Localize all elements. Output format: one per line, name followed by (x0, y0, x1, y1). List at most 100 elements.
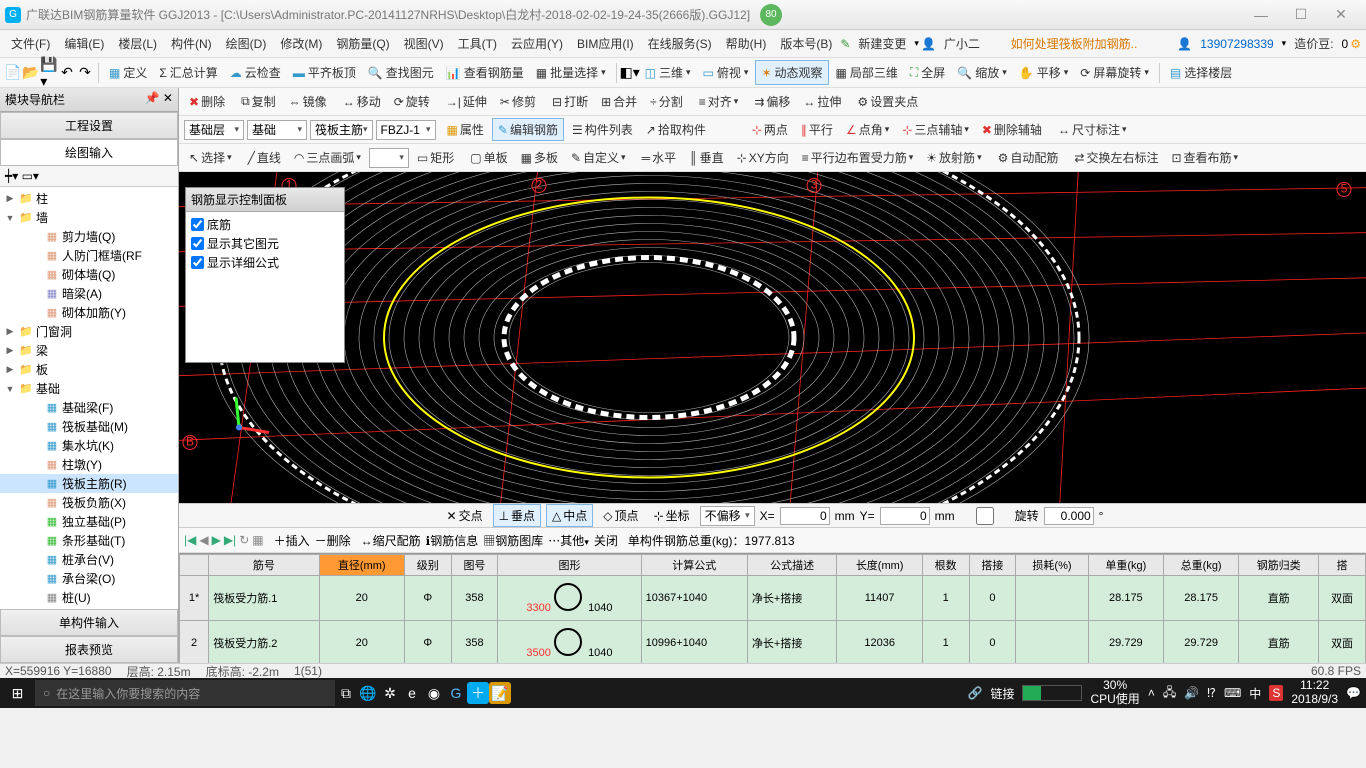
menu-view[interactable]: 视图(V) (398, 32, 450, 55)
new-icon[interactable]: 📄 (5, 65, 21, 81)
swaplr-button[interactable]: ⇄交换左右标注 (1069, 147, 1163, 168)
multi-button[interactable]: ▦多板 (516, 147, 563, 168)
tray-net-icon[interactable]: 🖧 (1163, 683, 1176, 704)
align-button[interactable]: ≡对齐▾ (694, 91, 744, 112)
pan-button[interactable]: ✋平移▾ (1014, 61, 1074, 84)
setclip-button[interactable]: ⚙设置夹点 (852, 91, 923, 112)
floor-combo[interactable]: 基础层 (184, 120, 244, 140)
dynview-button[interactable]: ✶动态观察 (755, 60, 828, 85)
menu-version[interactable]: 版本号(B) (774, 32, 838, 55)
stretch-button[interactable]: ↔拉伸 (798, 91, 846, 112)
dim-button[interactable]: ↔尺寸标注▾ (1053, 119, 1132, 140)
menu-bim[interactable]: BIM应用(I) (571, 32, 640, 55)
tree-item[interactable]: ▦集水坑(K) (0, 436, 178, 455)
menu-modify[interactable]: 修改(M) (274, 32, 328, 55)
tree-item[interactable]: ▦独立基础(P) (0, 512, 178, 531)
menu-edit[interactable]: 编辑(E) (58, 32, 110, 55)
app-spiral[interactable]: ◉ (423, 682, 445, 704)
tray-notif-icon[interactable]: 💬 (1346, 686, 1361, 700)
rebar-delete[interactable]: －删除 (315, 532, 351, 549)
rebar-nav-buttons[interactable]: |◀◀▶▶| ↻▦ (184, 533, 264, 547)
merge-button[interactable]: ⊞合并 (596, 91, 642, 112)
move-button[interactable]: ↔移动 (338, 91, 386, 112)
col-header[interactable]: 搭接 (969, 555, 1016, 576)
mirror-button[interactable]: ⇔镜像 (284, 91, 332, 112)
xydir-button[interactable]: ⊹XY方向 (732, 147, 794, 168)
col-header[interactable] (180, 555, 209, 576)
col-header[interactable]: 直径(mm) (319, 555, 404, 576)
props-button[interactable]: ▦属性 (442, 119, 489, 140)
drawing-canvas[interactable]: B 1 2 3 5 钢筋显示控制面板 底筋 显示其它图元 显示详细公式 (179, 172, 1366, 503)
rotate-button[interactable]: ⟳旋转 (389, 91, 435, 112)
x-input[interactable] (780, 507, 830, 525)
open-icon[interactable]: 📂 (23, 65, 39, 81)
type-combo[interactable]: FBZJ-1 (376, 120, 436, 140)
zoom-button[interactable]: 🔍缩放▾ (952, 61, 1012, 84)
col-header[interactable]: 搭 (1319, 555, 1366, 576)
col-header[interactable]: 筋号 (209, 555, 319, 576)
tree-item[interactable]: ▦承台梁(O) (0, 569, 178, 588)
tree-item[interactable]: ▦筏板基础(M) (0, 417, 178, 436)
member-tree[interactable]: ▶📁柱▼📁墙▦剪力墙(Q)▦人防门框墙(RF▦砌体墙(Q)▦暗梁(A)▦砌体加筋… (0, 187, 178, 609)
app-plus[interactable]: ＋ (467, 682, 489, 704)
rebar-close[interactable]: 关闭 (594, 532, 618, 549)
tree-item[interactable]: ▦桩(U) (0, 588, 178, 607)
snap-intersect[interactable]: ✕交点 (442, 505, 488, 526)
close-button[interactable]: ✕ (1321, 6, 1361, 23)
menu-help[interactable]: 帮助(H) (720, 32, 773, 55)
rebar-insert[interactable]: ＋插入 (274, 532, 310, 549)
delete-button[interactable]: ✖删除 (184, 91, 230, 112)
snap-coord[interactable]: ⊹坐标 (649, 505, 695, 526)
flatroof-button[interactable]: ▬平齐板顶 (288, 61, 361, 84)
editrebar-button[interactable]: ✎编辑钢筋 (492, 118, 564, 141)
tree-item[interactable]: ▦剪力墙(Q) (0, 227, 178, 246)
taskview-icon[interactable]: ⧉ (335, 682, 357, 704)
tray-help-icon[interactable]: ⁉ (1207, 686, 1216, 700)
rebar-other[interactable]: ⋯其他▾ (548, 532, 589, 549)
viewrebar-button[interactable]: 📊查看钢筋量 (441, 61, 529, 84)
col-header[interactable]: 公式描述 (747, 555, 837, 576)
tree-item[interactable]: ▦柱墩(Y) (0, 455, 178, 474)
save-icon[interactable]: 💾▾ (41, 65, 57, 81)
viewdist-button[interactable]: ⊡查看布筋▾ (1166, 147, 1243, 168)
snap-vertex[interactable]: ◇顶点 (598, 505, 643, 526)
app-fan[interactable]: ✲ (379, 682, 401, 704)
col-header[interactable]: 长度(mm) (837, 555, 922, 576)
member-combo[interactable]: 筏板主筋 (310, 120, 373, 140)
tray-vol-icon[interactable]: 🔊 (1184, 686, 1199, 700)
rect-button[interactable]: ▭矩形 (412, 147, 459, 168)
tray-clock[interactable]: 11:222018/9/3 (1291, 679, 1338, 707)
rebar-lib[interactable]: ▦钢筋图库 (483, 532, 543, 549)
edgeload-button[interactable]: ≡平行边布置受力筋▾ (797, 147, 919, 168)
split-button[interactable]: ÷分割 (645, 91, 688, 112)
col-header[interactable]: 级别 (404, 555, 451, 576)
redo-icon[interactable]: ↷ (77, 65, 93, 81)
col-header[interactable]: 单重(kg) (1088, 555, 1163, 576)
line-button[interactable]: ╱直线 (243, 147, 286, 168)
rebar-display-panel[interactable]: 钢筋显示控制面板 底筋 显示其它图元 显示详细公式 (185, 187, 345, 363)
break-button[interactable]: ⊟打断 (547, 91, 593, 112)
sumcalc-button[interactable]: Σ汇总计算 (154, 61, 222, 84)
menu-rebar[interactable]: 钢筋量(Q) (330, 32, 395, 55)
2d-icon[interactable]: ◧▾ (622, 65, 638, 81)
tree-item[interactable]: ▦条形基础(T) (0, 531, 178, 550)
tray-sogou[interactable]: S (1269, 685, 1283, 701)
tree-item[interactable]: ▦暗梁(A) (0, 284, 178, 303)
chk-show-formula[interactable]: 显示详细公式 (191, 253, 339, 272)
col-header[interactable]: 损耗(%) (1016, 555, 1089, 576)
menu-online[interactable]: 在线服务(S) (642, 32, 718, 55)
start-button[interactable]: ⊞ (0, 685, 35, 702)
col-header[interactable]: 图形 (498, 555, 641, 576)
minimize-button[interactable]: — (1241, 7, 1281, 23)
menu-floor[interactable]: 楼层(L) (112, 32, 163, 55)
cloudcheck-button[interactable]: ☁云检查 (225, 61, 286, 84)
tree-item[interactable]: ▼📁墙 (0, 208, 178, 227)
rebar-row[interactable]: 1*筏板受力筋.120Φ358 3300 1040 10367+1040净长+搭… (180, 576, 1366, 621)
snap-perp[interactable]: ⊥垂点 (493, 504, 541, 527)
sellayer-button[interactable]: ▤选择楼层 (1165, 61, 1237, 84)
tree-item[interactable]: ▦筏板主筋(R) (0, 474, 178, 493)
col-header[interactable]: 钢筋归类 (1239, 555, 1319, 576)
help-link[interactable]: 如何处理筏板附加钢筋.. (1005, 32, 1144, 55)
arc-button[interactable]: ◠三点画弧▾ (289, 147, 366, 168)
tab-single-input[interactable]: 单构件输入 (0, 609, 178, 636)
